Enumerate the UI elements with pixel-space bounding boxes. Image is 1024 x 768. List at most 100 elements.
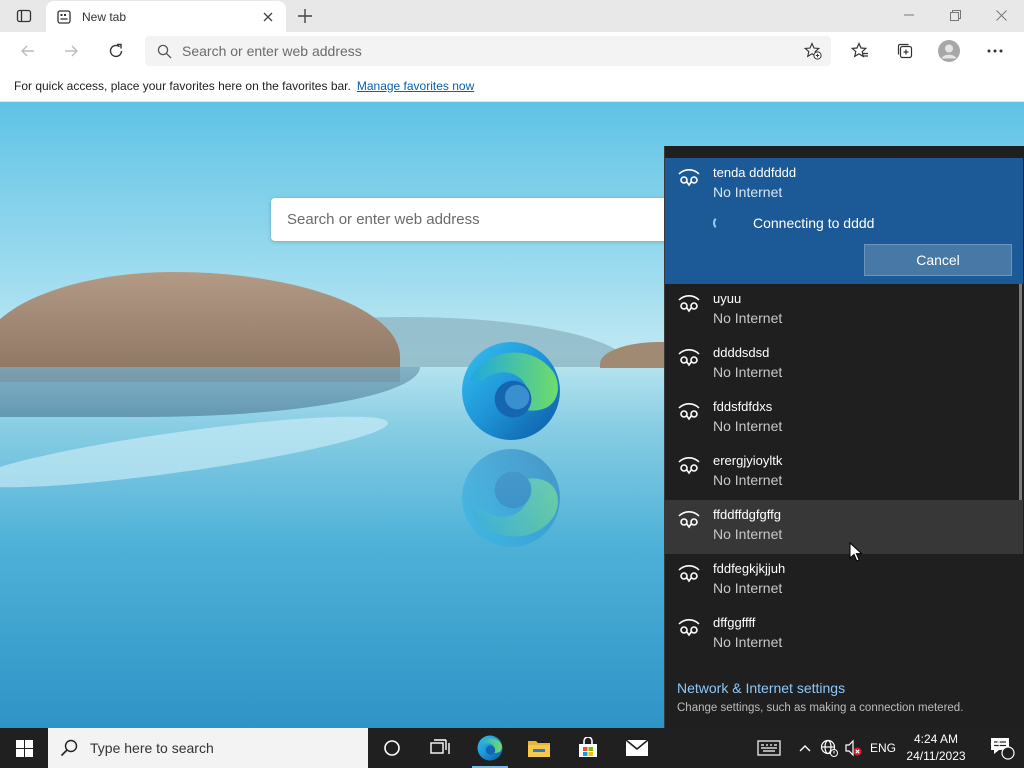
background-shoreline	[0, 367, 420, 417]
wifi-no-internet-icon	[678, 565, 700, 583]
address-bar[interactable]: Search or enter web address	[145, 36, 831, 66]
tab-actions-icon	[16, 9, 32, 23]
network-item[interactable]: erergjyioyltk No Internet	[665, 446, 1023, 500]
edge-icon	[477, 735, 503, 761]
wifi-no-internet-icon	[678, 511, 700, 529]
volume-tray-button[interactable]	[842, 728, 864, 768]
page-search-box[interactable]: Search or enter web address	[271, 198, 691, 241]
network-item-active[interactable]: tenda dddfddd No Internet Connecting to …	[665, 158, 1023, 284]
connecting-text: Connecting to dddd	[753, 215, 875, 231]
network-settings-link[interactable]: Network & Internet settings	[677, 680, 845, 696]
refresh-icon[interactable]	[101, 37, 131, 65]
taskbar-app-mail[interactable]	[613, 728, 661, 768]
wifi-no-internet-icon	[678, 457, 700, 475]
network-status: No Internet	[713, 472, 783, 488]
cancel-button[interactable]: Cancel	[864, 244, 1012, 276]
wifi-no-internet-icon	[678, 349, 700, 367]
window-close-icon[interactable]	[978, 0, 1024, 30]
address-placeholder: Search or enter web address	[182, 43, 362, 59]
collections-icon[interactable]	[890, 37, 920, 65]
search-icon	[157, 44, 172, 58]
network-item[interactable]: dffggffff No Internet	[665, 608, 1023, 662]
network-item[interactable]: fddsfdfdxs No Internet	[665, 392, 1023, 446]
network-name: erergjyioyltk	[713, 453, 783, 468]
network-settings-description: Change settings, such as making a connec…	[677, 702, 964, 714]
favorites-bar: For quick access, place your favorites h…	[0, 70, 1024, 102]
add-favorite-icon[interactable]	[803, 41, 823, 61]
search-icon	[60, 739, 78, 757]
minimize-icon[interactable]	[886, 0, 932, 30]
tray-ime-button[interactable]	[750, 728, 788, 768]
mouse-cursor-icon	[849, 542, 863, 562]
taskbar-app-edge[interactable]	[466, 728, 514, 768]
network-status: No Internet	[713, 364, 783, 380]
profile-icon[interactable]	[934, 37, 964, 65]
close-icon[interactable]	[260, 9, 276, 25]
back-icon[interactable]	[13, 37, 43, 65]
browser-toolbar: Search or enter web address	[0, 32, 1024, 70]
clock-time: 4:24 AM	[913, 732, 959, 746]
background-sandbar	[0, 402, 391, 502]
wifi-no-internet-icon	[678, 295, 700, 313]
tab-bar: New tab	[0, 0, 1024, 32]
network-name: ddddsdsd	[713, 345, 770, 360]
network-name: uyuu	[713, 291, 742, 306]
task-view-button[interactable]	[416, 728, 464, 768]
keyboard-icon	[757, 740, 781, 756]
wifi-no-internet-icon	[678, 169, 700, 187]
network-status: No Internet	[713, 634, 783, 650]
network-name: tenda dddfddd	[713, 165, 797, 180]
cortana-button[interactable]	[368, 728, 416, 768]
show-hidden-icons-button[interactable]	[795, 728, 815, 768]
manage-favorites-link[interactable]: Manage favorites now	[357, 79, 474, 93]
file-explorer-icon	[528, 741, 550, 757]
network-status: No Internet	[713, 580, 783, 596]
taskbar-search-placeholder: Type here to search	[90, 740, 214, 756]
wifi-no-internet-icon	[678, 619, 700, 637]
network-status: No Internet	[713, 526, 783, 542]
network-name: fddfegkjkjjuh	[713, 561, 786, 576]
chevron-up-icon	[799, 745, 811, 752]
edge-logo-icon	[462, 342, 560, 440]
restore-icon[interactable]	[932, 0, 978, 30]
network-item-hovered[interactable]: ffddffdgfgffg No Internet	[665, 500, 1023, 554]
network-name: dffggffff	[713, 615, 756, 630]
newtab-icon[interactable]	[292, 4, 318, 28]
tab-new-tab[interactable]: New tab	[46, 1, 286, 32]
forward-icon[interactable]	[56, 37, 86, 65]
wifi-flyout: tenda dddfddd No Internet Connecting to …	[664, 146, 1024, 728]
network-item[interactable]: ddddsdsd No Internet	[665, 338, 1023, 392]
cortana-icon	[384, 740, 400, 756]
spinner-icon	[713, 216, 727, 230]
new-tab-page-icon	[56, 9, 72, 25]
page-search-placeholder: Search or enter web address	[287, 211, 480, 228]
task-view-icon	[430, 739, 450, 754]
background-hill-left	[0, 272, 400, 382]
network-item[interactable]: fddfegkjkjjuh No Internet	[665, 554, 1023, 608]
edge-logo-reflection-icon	[462, 449, 560, 547]
clock-date: 24/11/2023	[906, 749, 966, 763]
taskbar: Type here to search ENG 4:24 AM 24/11/20…	[0, 728, 1024, 768]
network-name: fddsfdfdxs	[713, 399, 773, 414]
clock[interactable]: 4:24 AM 24/11/2023	[902, 731, 970, 765]
network-status: No Internet	[713, 184, 783, 200]
mail-icon	[625, 739, 649, 756]
tab-actions-button[interactable]	[8, 4, 40, 28]
windows-icon	[15, 739, 33, 757]
more-icon[interactable]	[980, 37, 1010, 65]
taskbar-app-store[interactable]	[564, 728, 612, 768]
wifi-no-internet-icon	[678, 403, 700, 421]
taskbar-app-file-explorer[interactable]	[515, 728, 563, 768]
start-button[interactable]	[0, 728, 48, 768]
network-status: No Internet	[713, 418, 783, 434]
favorites-icon[interactable]	[845, 37, 875, 65]
notification-count-badge: 1	[996, 740, 1002, 751]
language-indicator[interactable]: ENG	[866, 728, 900, 768]
network-item[interactable]: uyuu No Internet	[665, 284, 1023, 338]
volume-muted-icon	[845, 739, 862, 757]
network-status: No Internet	[713, 310, 783, 326]
store-icon	[579, 737, 597, 757]
network-name: ffddffdgfgffg	[713, 507, 781, 522]
network-tray-button[interactable]	[818, 728, 840, 768]
taskbar-search-box[interactable]: Type here to search	[48, 728, 368, 768]
